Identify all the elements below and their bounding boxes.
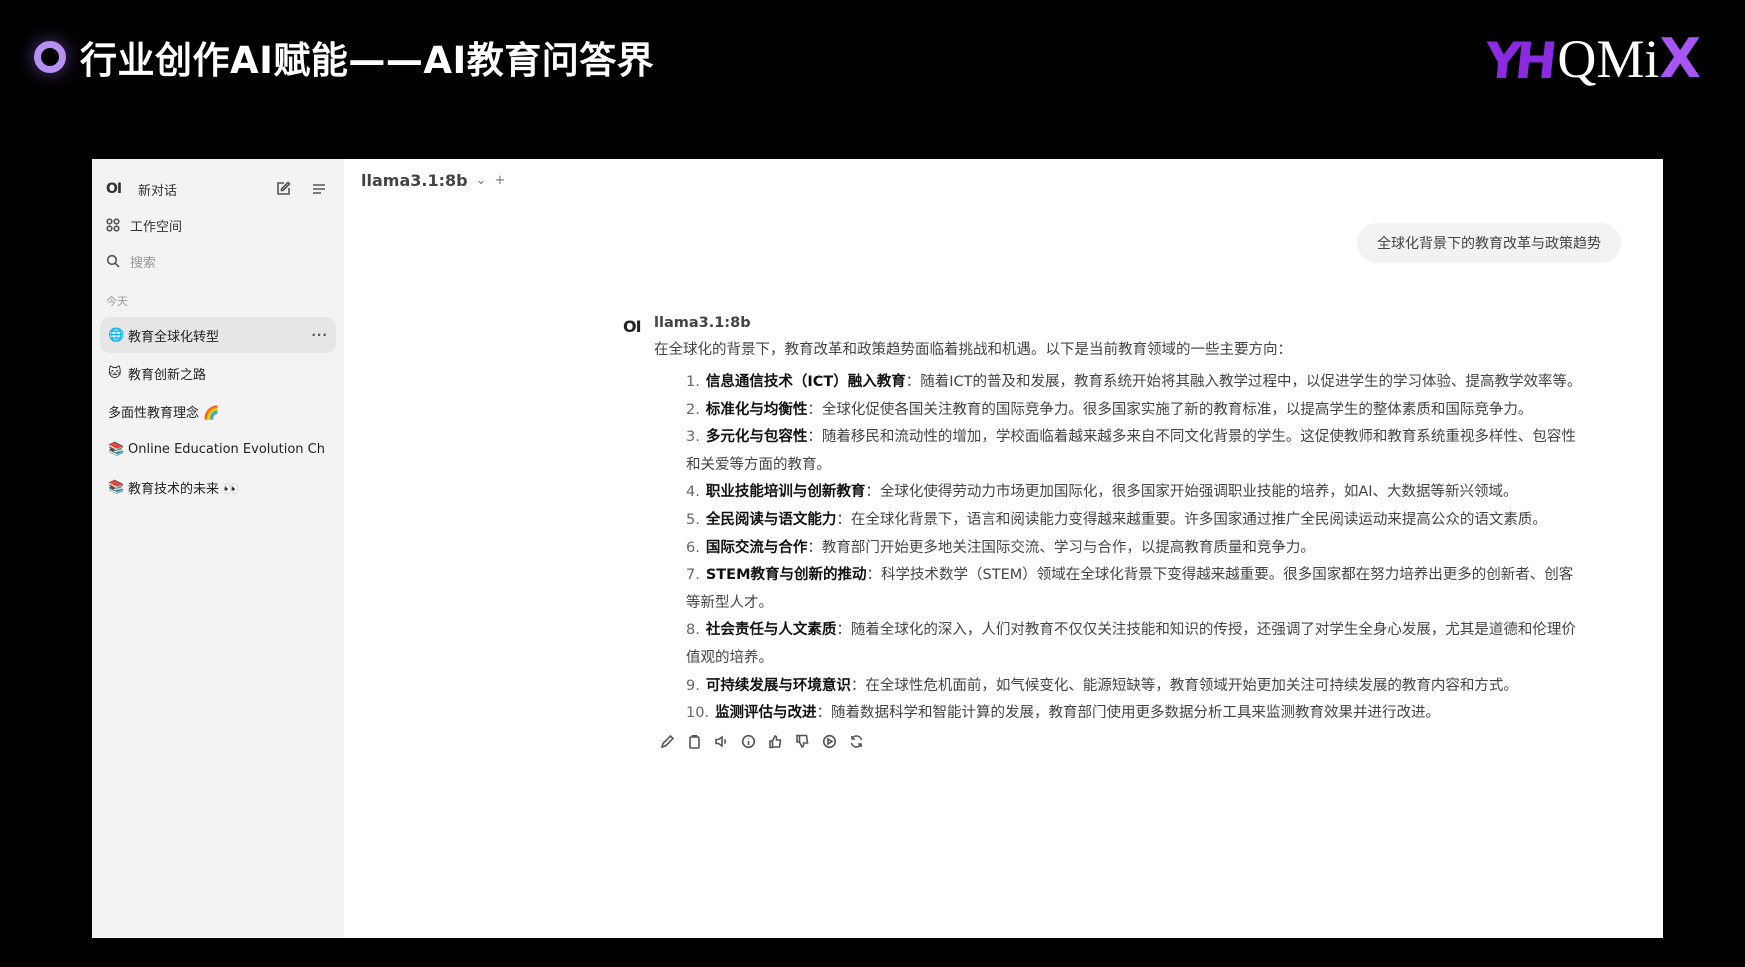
search-row[interactable]: 搜索 <box>92 243 344 279</box>
list-item: 8. 社会责任与人文素质：随着全球化的深入，人们对教育不仅仅关注技能和知识的传授，… <box>686 622 1576 666</box>
ring-icon <box>34 41 66 73</box>
sidebar: OI 新对话 工作空间 搜索 今天 🌐 教育全球化转型 ··· 🐱 教育创新之路… <box>92 159 344 938</box>
chat-item[interactable]: 📚 教育技术的未来 👀 <box>100 469 336 505</box>
list-item: 5. 全民阅读与语文能力：在全球化背景下，语言和阅读能力变得越来越重要。许多国家通… <box>686 511 1547 528</box>
chevron-down-icon[interactable]: ⌄ <box>476 173 487 188</box>
list-item: 10. 监测评估与改进：随着数据科学和智能计算的发展，教育部门使用更多数据分析工具… <box>686 705 1441 722</box>
new-chat-label[interactable]: 新对话 <box>138 180 258 199</box>
chat-emoji: 📚 <box>108 441 125 457</box>
chat-item[interactable]: 📚 Online Education Evolution Ch <box>100 431 336 467</box>
new-chat-row[interactable]: OI 新对话 <box>92 171 344 207</box>
message-actions <box>654 734 1584 750</box>
slide-title-text: 行业创作AI赋能——AI教育问答界 <box>80 39 655 82</box>
chat-title: 多面性教育理念 🌈 <box>108 405 220 421</box>
workspace-icon <box>106 218 130 232</box>
assistant-name: llama3.1:8b <box>654 315 751 331</box>
chat-title: Online Education Evolution Ch <box>128 441 325 457</box>
list-item: 2. 标准化与均衡性：全球化促使各国关注教育的国际竞争力。很多国家实施了新的教育标… <box>686 401 1533 418</box>
compose-icon[interactable] <box>272 178 294 200</box>
chat-emoji: 📚 <box>108 479 125 495</box>
app-logo: OI <box>106 181 122 197</box>
edit-icon[interactable] <box>659 734 675 750</box>
chat-title: 教育全球化转型 <box>128 329 220 345</box>
brand-logo: YH QMiX <box>1482 27 1701 91</box>
chat-item[interactable]: 多面性教育理念 🌈 <box>100 393 336 429</box>
assistant-avatar: OI <box>623 317 642 336</box>
menu-icon[interactable] <box>308 178 330 200</box>
chat-title: 教育技术的未来 👀 <box>128 481 240 497</box>
list-item: 1. 信息通信技术（ICT）融入教育：随着ICT的普及和发展，教育系统开始将其融入… <box>686 374 1582 390</box>
chat-item[interactable]: 🐱 教育创新之路 <box>100 355 336 391</box>
chat-item[interactable]: 🌐 教育全球化转型 ··· <box>100 317 336 353</box>
copy-icon[interactable] <box>686 734 702 750</box>
list-item: 4. 职业技能培训与创新教育：全球化使得劳动力市场更加国际化，很多国家开始强调职业… <box>686 484 1518 501</box>
assistant-intro: 在全球化的背景下，教育改革和政策趋势面临着挑战和机遇。以下是当前教育领域的一些主… <box>654 342 1292 358</box>
list-item: 6. 国际交流与合作：教育部门开始更多地关注国际交流、学习与合作，以提高教育质量和… <box>686 539 1315 556</box>
user-message: 全球化背景下的教育改革与政策趋势 <box>1357 223 1621 263</box>
slide-title: 行业创作AI赋能——AI教育问答界 <box>34 30 654 84</box>
search-input[interactable]: 搜索 <box>130 252 156 271</box>
answer-list: 1. 信息通信技术（ICT）融入教育：随着ICT的普及和发展，教育系统开始将其融入… <box>654 369 1584 728</box>
more-options-icon[interactable]: ··· <box>311 328 328 342</box>
list-item: 7. STEM教育与创新的推动：科学技术数学（STEM）领域在全球化背景下变得越来… <box>686 567 1574 611</box>
speaker-icon[interactable] <box>713 734 729 750</box>
regenerate-icon[interactable] <box>848 734 864 750</box>
search-icon <box>106 254 130 268</box>
chat-emoji: 🌐 <box>108 327 125 343</box>
workspace-label: 工作空间 <box>130 219 183 235</box>
thumbs-up-icon[interactable] <box>767 734 783 750</box>
chat-main: llama3.1:8b ⌄ + 全球化背景下的教育改革与政策趋势 OI llam… <box>344 159 1663 938</box>
workspace-row[interactable]: 工作空间 <box>92 207 344 243</box>
app-window: OI 新对话 工作空间 搜索 今天 🌐 教育全球化转型 ··· 🐱 教育创新之路… <box>92 159 1663 938</box>
continue-icon[interactable] <box>821 734 837 750</box>
list-item: 9. 可持续发展与环境意识：在全球性危机面前，如气候变化、能源短缺等，教育领域开始… <box>686 677 1518 694</box>
logo-mark: YH <box>1482 32 1555 90</box>
assistant-message: OI llama3.1:8b 在全球化的背景下，教育改革和政策趋势面临着挑战和机… <box>623 315 1584 750</box>
section-today: 今天 <box>106 295 128 308</box>
add-model-icon[interactable]: + <box>494 173 505 188</box>
info-icon[interactable] <box>740 734 756 750</box>
chat-emoji: 🐱 <box>108 365 122 381</box>
model-name[interactable]: llama3.1:8b <box>361 171 468 190</box>
logo-text: QMiX <box>1557 27 1701 90</box>
model-selector[interactable]: llama3.1:8b ⌄ + <box>361 171 505 190</box>
thumbs-down-icon[interactable] <box>794 734 810 750</box>
chat-title: 教育创新之路 <box>128 367 207 383</box>
list-item: 3. 多元化与包容性：随着移民和流动性的增加，学校面临着越来越多来自不同文化背景的… <box>686 429 1576 473</box>
